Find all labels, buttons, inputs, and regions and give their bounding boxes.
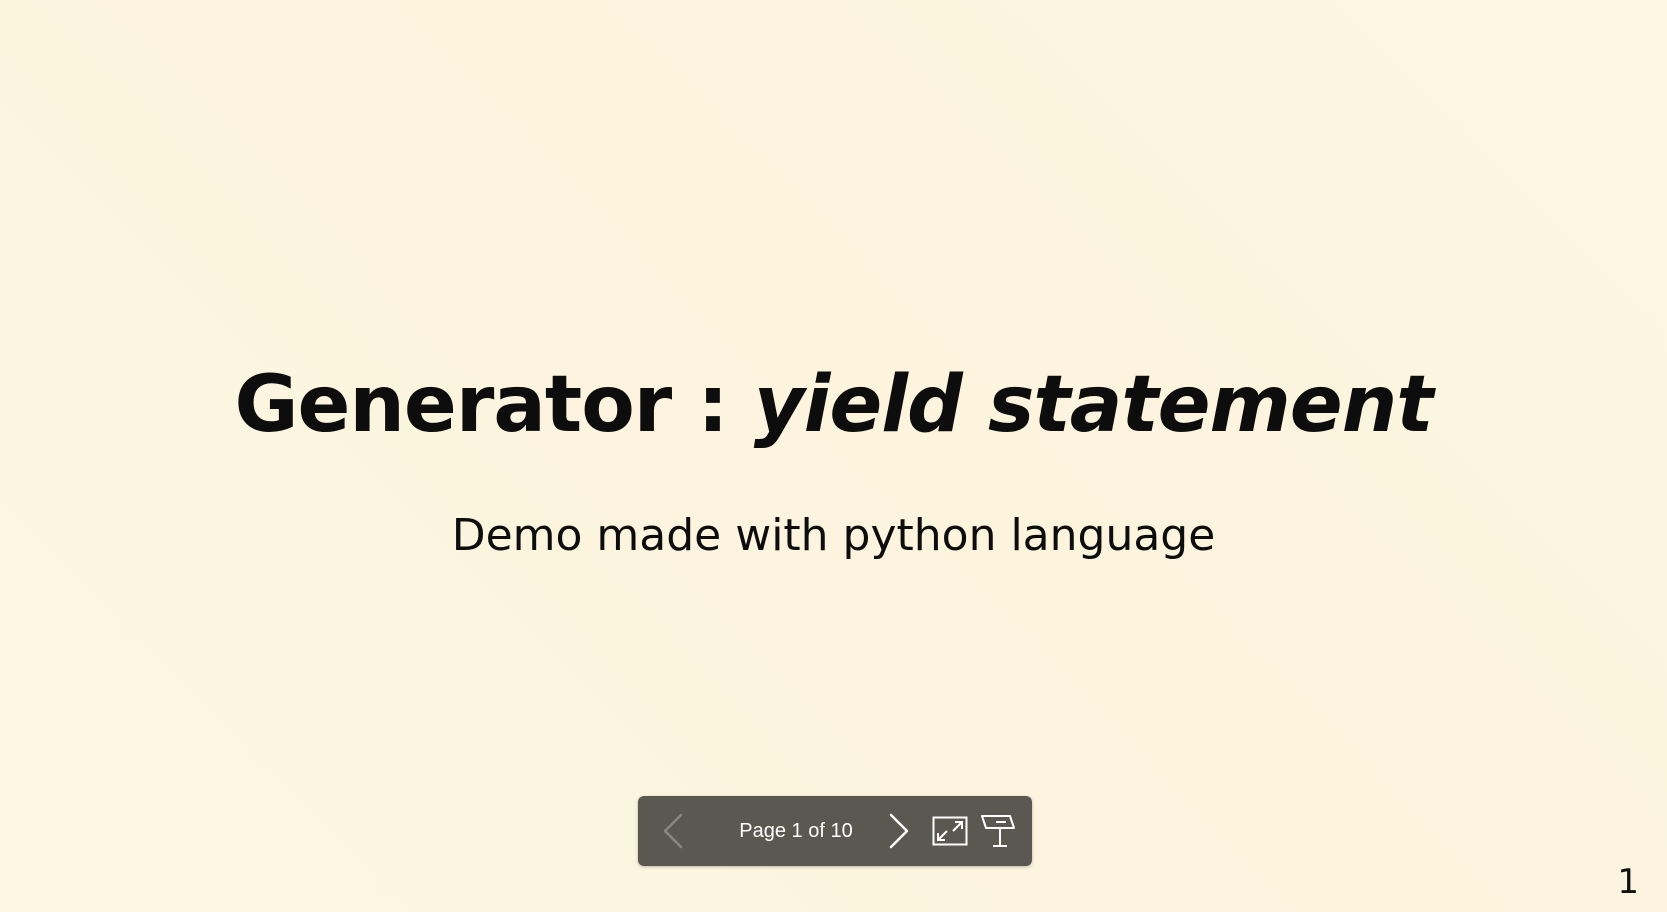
slide: Generator : yield statement Demo made wi…: [0, 0, 1667, 912]
slide-title-emphasis: yield statement: [753, 360, 1434, 450]
chevron-left-icon: [662, 813, 684, 849]
previous-page-button[interactable]: [650, 796, 696, 866]
presenter-mode-button[interactable]: [976, 796, 1020, 866]
next-page-button[interactable]: [876, 796, 922, 866]
slide-subtitle: Demo made with python language: [451, 510, 1216, 561]
fullscreen-icon: [932, 816, 968, 846]
slide-page-number: 1: [1617, 862, 1639, 902]
presenter-mode-icon: [980, 813, 1016, 849]
chevron-right-icon: [888, 813, 910, 849]
page-indicator: Page 1 of 10: [739, 820, 853, 842]
slide-title: Generator : yield statement: [0, 355, 1667, 455]
fullscreen-button[interactable]: [928, 796, 972, 866]
slide-title-main: Generator :: [234, 360, 754, 450]
presentation-toolbar: Page 1 of 10: [638, 796, 1032, 866]
